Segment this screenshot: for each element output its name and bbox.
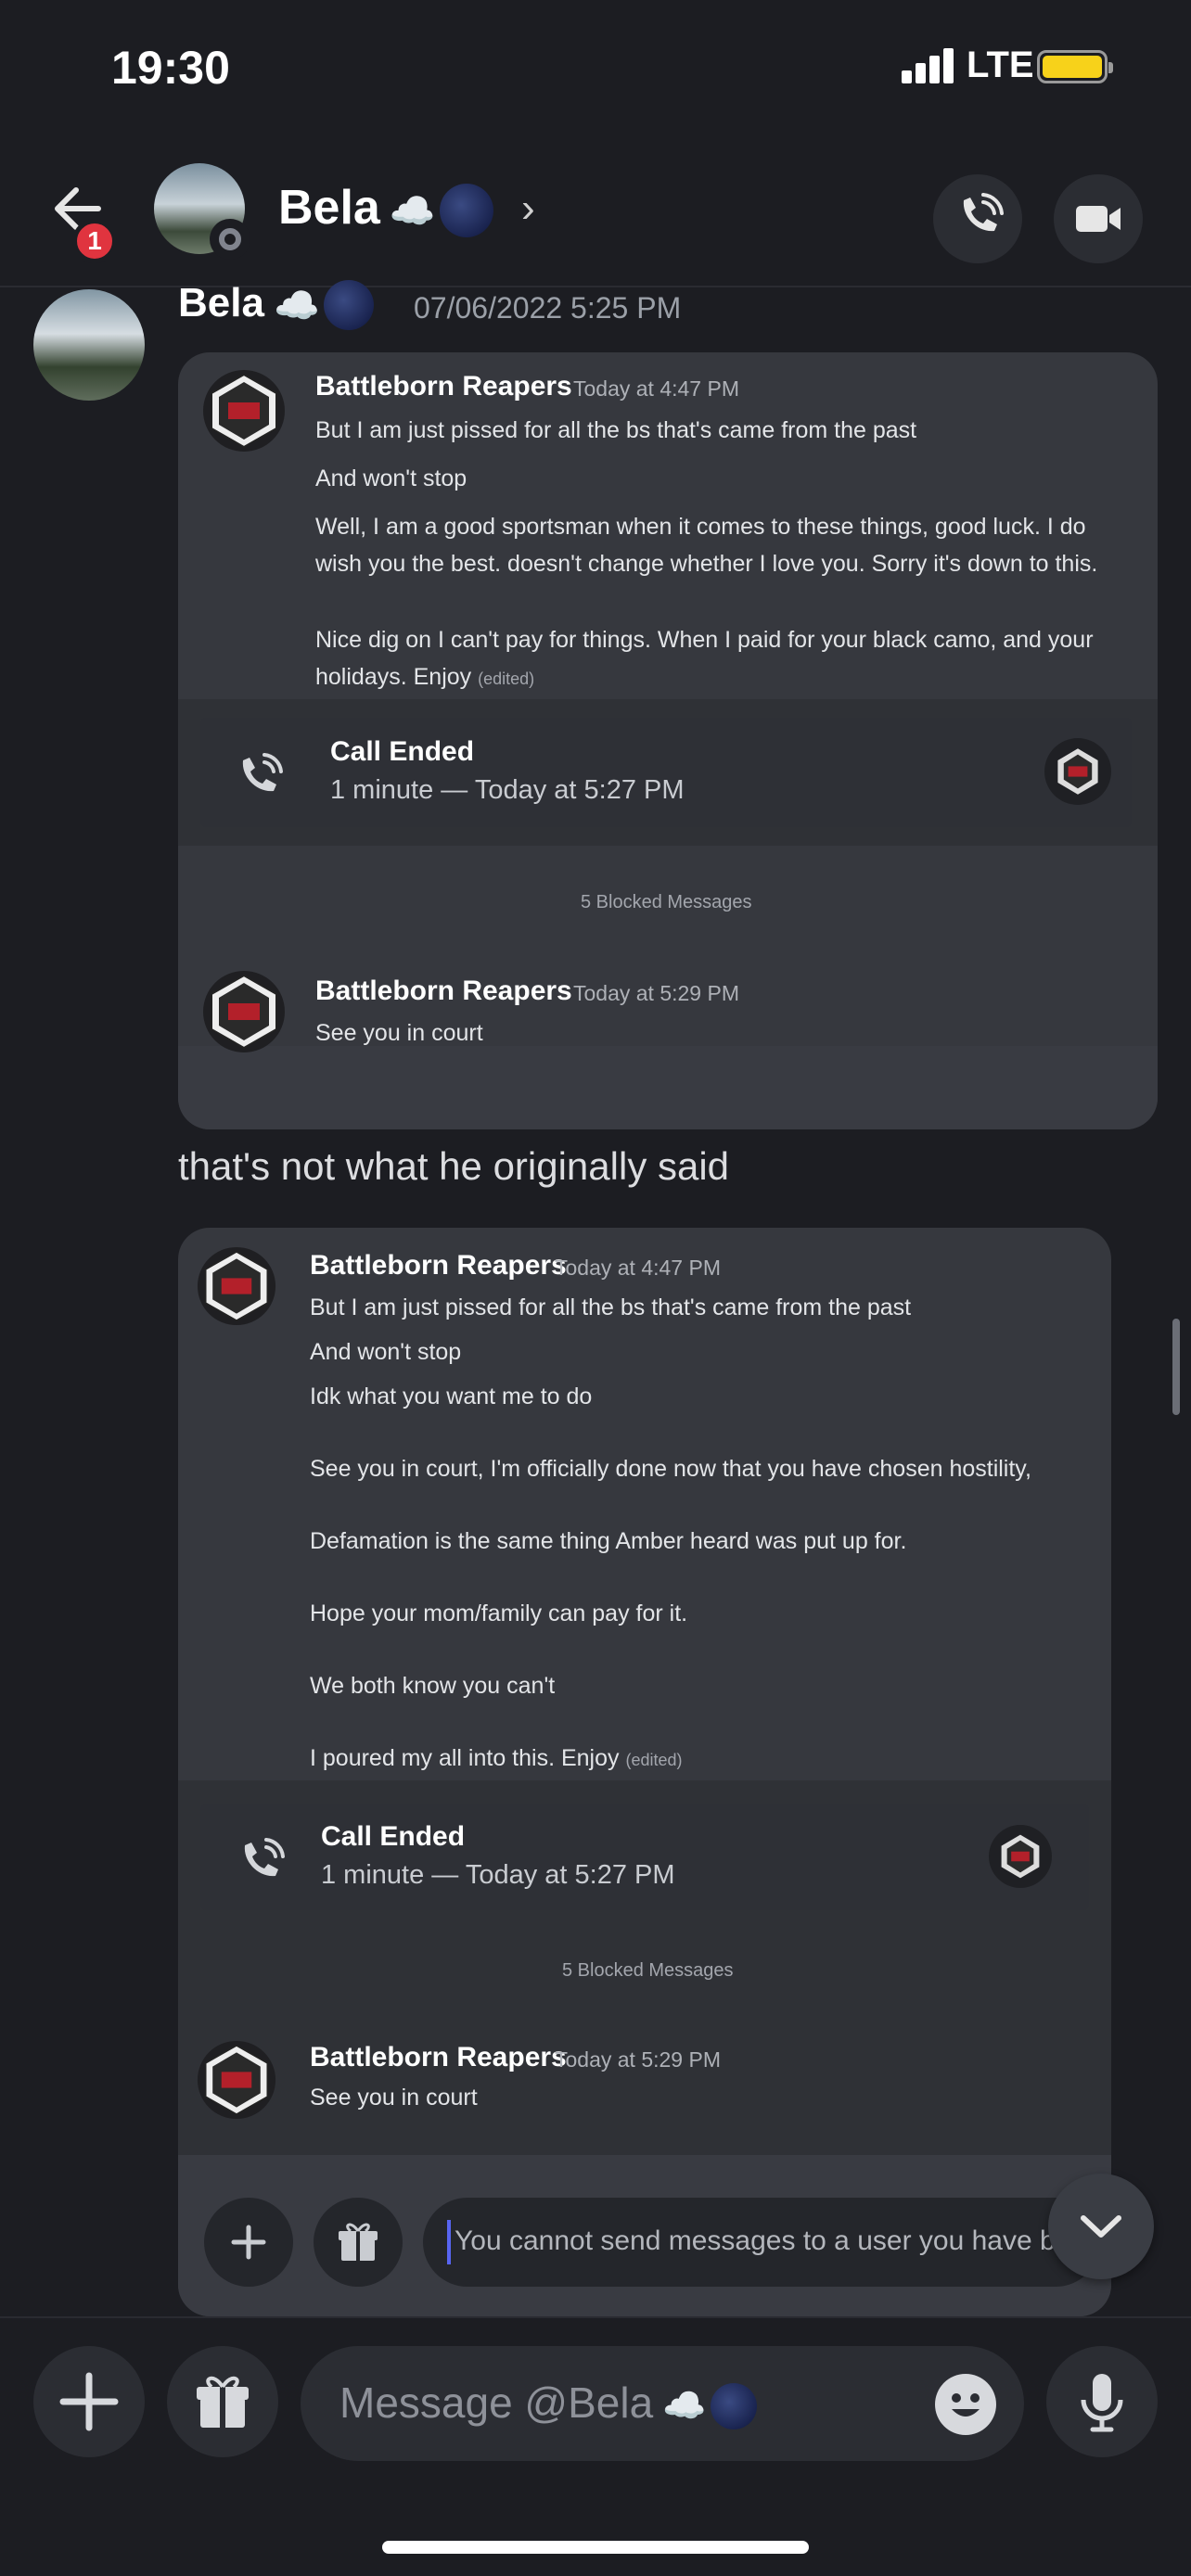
phone-ended-icon bbox=[242, 753, 283, 792]
message-time: Today at 5:29 PM bbox=[555, 2047, 721, 2072]
author-name: Battleborn Reapers bbox=[310, 1250, 567, 1281]
phone-call-icon bbox=[963, 193, 1004, 232]
edited-label: (edited) bbox=[625, 1751, 683, 1769]
contact-name[interactable]: Bela ☁️ bbox=[278, 180, 493, 238]
emoji-button[interactable] bbox=[935, 2374, 996, 2435]
cloud-emoji-icon: ☁️ bbox=[662, 2386, 707, 2426]
status-bar: 19:30 LTE bbox=[0, 0, 1191, 139]
author-name: Battleborn Reapers bbox=[315, 976, 572, 1006]
message-composer: Message @Bela ☁️ bbox=[0, 2316, 1191, 2576]
author-name: Battleborn Reapers bbox=[310, 2042, 567, 2072]
status-time: 19:30 bbox=[111, 42, 230, 94]
conversation-header: 1 Bela ☁️ › bbox=[0, 139, 1191, 287]
message-author-avatar[interactable] bbox=[33, 289, 145, 401]
message-text: that's not what he originally said bbox=[178, 1144, 730, 1188]
message-line: Hope your mom/family can pay for it. bbox=[310, 1600, 688, 1626]
message-line: And won't stop bbox=[315, 465, 467, 491]
message-line-text: holidays. Enjoy bbox=[315, 664, 472, 690]
message-line: Well, I am a good sportsman when it come… bbox=[315, 514, 1086, 540]
video-camera-icon bbox=[1076, 206, 1121, 232]
chevron-down-icon bbox=[1081, 2215, 1121, 2238]
phone-ended-icon bbox=[244, 1838, 285, 1877]
message-input-placeholder: Message @Bela ☁️ bbox=[339, 2378, 757, 2429]
microphone-icon bbox=[1081, 2374, 1123, 2432]
battleborn-avatar-icon bbox=[197, 2040, 276, 2120]
edited-label: (edited) bbox=[478, 670, 535, 688]
offline-status-icon bbox=[210, 219, 250, 260]
message-line: Idk what you want me to do bbox=[310, 1384, 593, 1409]
network-label: LTE bbox=[967, 45, 1034, 85]
call-ended-subtitle: 1 minute — Today at 5:27 PM bbox=[321, 1860, 675, 1890]
attach-button[interactable] bbox=[33, 2346, 145, 2457]
message-timestamp: 07/06/2022 5:25 PM bbox=[414, 291, 682, 325]
home-indicator bbox=[382, 2541, 809, 2554]
cloud-emoji-icon: ☁️ bbox=[389, 190, 436, 232]
cloud-emoji-icon: ☁️ bbox=[273, 285, 320, 326]
message-line: But I am just pissed for all the bs that… bbox=[310, 1294, 912, 1320]
call-ended-subtitle: 1 minute — Today at 5:27 PM bbox=[330, 775, 685, 805]
voice-message-button[interactable] bbox=[1046, 2346, 1158, 2457]
placeholder-text: Message @Bela bbox=[339, 2378, 654, 2427]
moon-emoji-icon bbox=[710, 2382, 757, 2429]
message-line: holidays. Enjoy (edited) bbox=[315, 664, 534, 691]
voice-call-button[interactable] bbox=[933, 174, 1022, 263]
jump-to-present-button[interactable] bbox=[1048, 2174, 1154, 2279]
screenshot-attachment-2[interactable]: Battleborn Reapers Today at 4:47 PM But … bbox=[178, 1228, 1111, 2316]
message-line-text: I poured my all into this. Enjoy bbox=[310, 1745, 620, 1771]
screenshot-attachment-1[interactable]: Battleborn Reapers Today at 4:47 PM But … bbox=[178, 352, 1158, 1129]
contact-name-text: Bela bbox=[278, 181, 380, 235]
message-author-name: Bela bbox=[178, 280, 264, 325]
emoji-icon bbox=[952, 2393, 980, 2417]
author-name: Battleborn Reapers bbox=[315, 371, 572, 402]
message-line: wish you the best. doesn't change whethe… bbox=[315, 551, 1098, 577]
battleborn-avatar-icon bbox=[197, 1246, 276, 1326]
scrollbar[interactable] bbox=[1172, 1319, 1180, 1415]
message-line: And won't stop bbox=[310, 1339, 462, 1365]
gift-button[interactable] bbox=[167, 2346, 278, 2457]
attach-button bbox=[204, 2198, 293, 2287]
message-line: See you in court bbox=[315, 1020, 483, 1046]
message-time: Today at 4:47 PM bbox=[573, 376, 739, 401]
blocked-messages-label: 5 Blocked Messages bbox=[581, 892, 752, 912]
battleborn-avatar-icon bbox=[203, 971, 285, 1052]
caller-avatar-icon bbox=[1044, 738, 1111, 805]
message-author[interactable]: Bela ☁️ bbox=[178, 280, 374, 331]
call-ended-card: Call Ended 1 minute — Today at 5:27 PM bbox=[200, 718, 1132, 827]
message-time: Today at 5:29 PM bbox=[573, 981, 739, 1005]
plus-icon bbox=[59, 2372, 119, 2431]
message-line: See you in court bbox=[310, 2085, 478, 2111]
gift-icon bbox=[339, 2223, 378, 2261]
blocked-placeholder: You cannot send messages to a user you h… bbox=[455, 2225, 1079, 2256]
message-input[interactable]: Message @Bela ☁️ bbox=[301, 2346, 1024, 2461]
battery-icon bbox=[1037, 50, 1113, 83]
moon-emoji-icon bbox=[439, 184, 493, 238]
chevron-right-icon[interactable]: › bbox=[521, 185, 535, 232]
unread-badge: 1 bbox=[72, 219, 117, 263]
signal-icon bbox=[902, 48, 955, 83]
gift-icon bbox=[197, 2376, 249, 2428]
message-line: I poured my all into this. Enjoy (edited… bbox=[310, 1745, 682, 1772]
call-ended-title: Call Ended bbox=[330, 736, 475, 767]
blocked-messages-label: 5 Blocked Messages bbox=[562, 1960, 734, 1981]
call-ended-card: Call Ended 1 minute — Today at 5:27 PM bbox=[200, 1804, 1089, 1910]
caller-avatar-icon bbox=[989, 1825, 1052, 1888]
message-line: Nice dig on I can't pay for things. When… bbox=[315, 627, 1094, 653]
message-time: Today at 4:47 PM bbox=[555, 1256, 721, 1280]
message-line: We both know you can't bbox=[310, 1673, 556, 1699]
moon-emoji-icon bbox=[323, 280, 374, 331]
call-ended-title: Call Ended bbox=[321, 1821, 466, 1852]
video-call-button[interactable] bbox=[1054, 174, 1143, 263]
message-line: See you in court, I'm officially done no… bbox=[310, 1456, 1031, 1482]
plus-icon bbox=[231, 2225, 266, 2260]
battleborn-avatar-icon bbox=[203, 370, 285, 452]
message-line: But I am just pissed for all the bs that… bbox=[315, 417, 917, 443]
blocked-composer-input: You cannot send messages to a user you h… bbox=[423, 2198, 1100, 2287]
message-line: Defamation is the same thing Amber heard… bbox=[310, 1528, 907, 1554]
gift-button bbox=[314, 2198, 403, 2287]
